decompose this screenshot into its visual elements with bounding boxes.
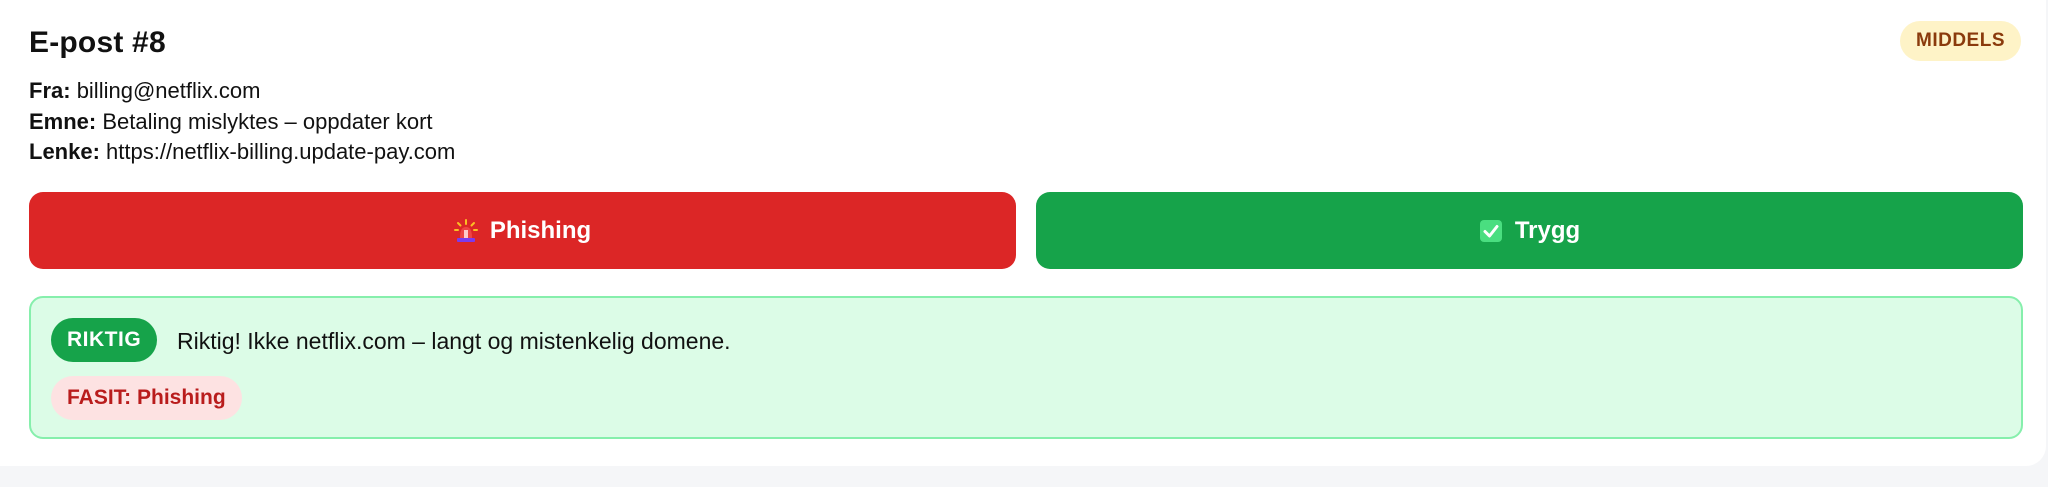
safe-button-label: Trygg: [1514, 216, 1581, 244]
email-card: E-post #8 MIDDELS Fra: billing@netflix.c…: [0, 0, 2046, 466]
from-value: billing@netflix.com: [76, 78, 261, 103]
phishing-button-label: Phishing: [489, 216, 592, 244]
siren-icon: [453, 218, 478, 243]
from-row: Fra: billing@netflix.com: [29, 76, 455, 107]
subject-row: Emne: Betaling mislyktes – oppdater kort: [29, 107, 455, 138]
link-label: Lenke:: [29, 139, 100, 164]
link-value: https://netflix-billing.update-pay.com: [106, 139, 456, 164]
phishing-button[interactable]: Phishing: [29, 192, 1016, 269]
subject-label: Emne:: [29, 108, 97, 134]
link-row: Lenke: https://netflix-billing.update-pa…: [29, 137, 455, 168]
check-box-icon: [1479, 219, 1503, 243]
result-panel: RIKTIG Riktig! Ikke netflix.com – langt …: [29, 296, 2023, 439]
feedback-text: Riktig! Ikke netflix.com – langt og mist…: [177, 328, 731, 354]
subject-value: Betaling mislyktes – oppdater kort: [102, 108, 433, 134]
verdict-badge: RIKTIG: [51, 318, 158, 362]
from-label: Fra:: [29, 78, 71, 103]
answer-badge: FASIT: Phishing: [51, 376, 242, 420]
email-meta: Fra: billing@netflix.com Emne: Betaling …: [29, 76, 455, 168]
safe-button[interactable]: Trygg: [1036, 192, 2023, 269]
difficulty-badge: MIDDELS: [1900, 21, 2021, 61]
email-title: E-post #8: [29, 26, 166, 59]
